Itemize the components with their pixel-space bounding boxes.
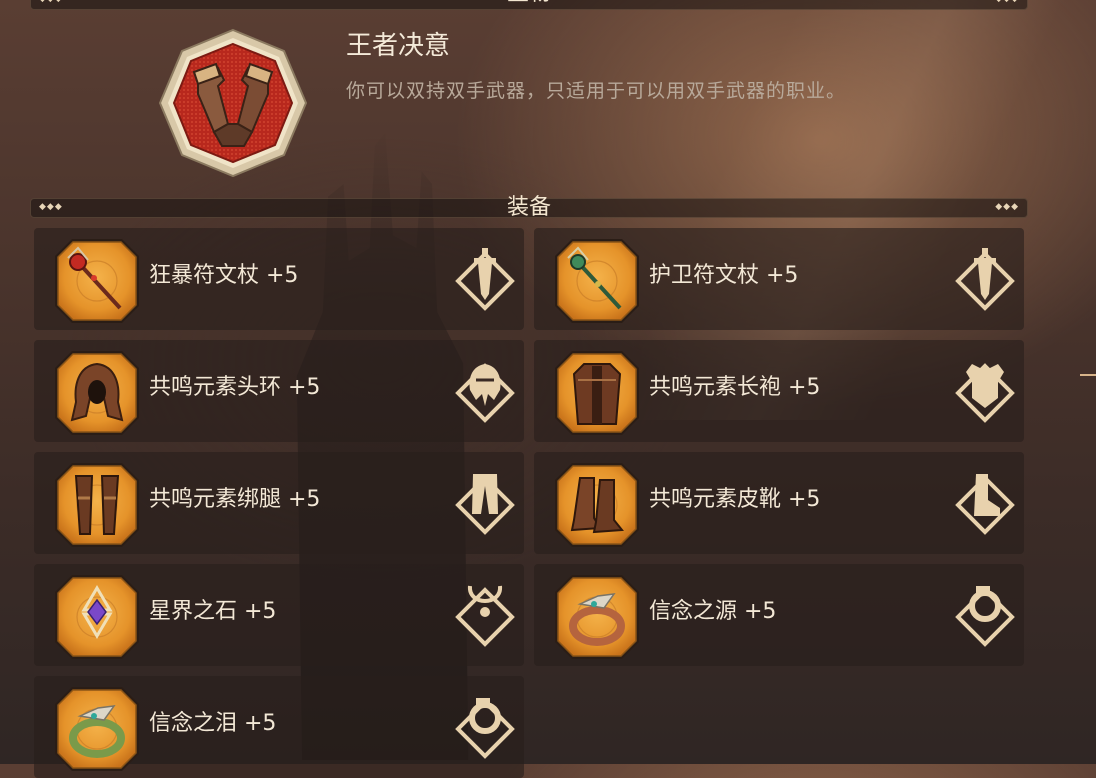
equipment-card[interactable]: 共鸣元素绑腿 +5 bbox=[34, 452, 524, 554]
equipment-label: 信念之源 +5 bbox=[649, 599, 777, 624]
red-staff-icon bbox=[54, 238, 140, 324]
equipment-card[interactable]: 狂暴符文杖 +5 bbox=[34, 228, 524, 330]
copper-ring-icon bbox=[554, 574, 640, 660]
weapon-slot-icon bbox=[454, 246, 516, 312]
equipment-section-header: ◆◆◆ 装备 ◆◆◆ bbox=[30, 195, 1028, 220]
relic-section-title: 圣物 bbox=[31, 0, 1027, 5]
green-staff-icon bbox=[554, 238, 640, 324]
gauntlets-icon[interactable] bbox=[158, 28, 308, 178]
equipment-label: 信念之泪 +5 bbox=[149, 711, 277, 736]
equipment-card[interactable]: 共鸣元素皮靴 +5 bbox=[534, 452, 1024, 554]
equipment-label: 共鸣元素绑腿 +5 bbox=[149, 487, 321, 512]
relic-name: 王者决意 bbox=[346, 31, 451, 61]
green-ring-icon bbox=[54, 686, 140, 772]
ring-slot-icon bbox=[454, 694, 516, 760]
weapon-slot-icon bbox=[954, 246, 1016, 312]
equipment-card[interactable]: 信念之源 +5 bbox=[534, 564, 1024, 666]
equipment-card[interactable]: 信念之泪 +5 bbox=[34, 676, 524, 778]
equipment-label: 星界之石 +5 bbox=[149, 599, 277, 624]
equipment-label: 狂暴符文杖 +5 bbox=[149, 263, 299, 288]
equipment-label: 共鸣元素头环 +5 bbox=[149, 375, 321, 400]
equipment-section-title: 装备 bbox=[506, 195, 551, 220]
edge-glint bbox=[1080, 374, 1096, 376]
star-stone-icon bbox=[54, 574, 140, 660]
equipment-card[interactable]: 星界之石 +5 bbox=[34, 564, 524, 666]
ornament-dots-right: ◆◆◆ bbox=[995, 202, 1019, 212]
relic-section-header: ◆◆◆ 圣物 ◆◆◆ bbox=[30, 0, 1028, 10]
necklace-slot-icon bbox=[454, 582, 516, 648]
hood-icon bbox=[54, 350, 140, 436]
equipment-label: 共鸣元素皮靴 +5 bbox=[649, 487, 821, 512]
equipment-label: 共鸣元素长袍 +5 bbox=[649, 375, 821, 400]
equipment-label: 护卫符文杖 +5 bbox=[649, 263, 799, 288]
equipment-card[interactable]: 共鸣元素头环 +5 bbox=[34, 340, 524, 442]
relic-description: 你可以双持双手武器，只适用于可以用双手武器的职业。 bbox=[346, 80, 847, 102]
boots-icon bbox=[554, 462, 640, 548]
equipment-card[interactable]: 护卫符文杖 +5 bbox=[534, 228, 1024, 330]
legs-slot-icon bbox=[454, 470, 516, 536]
helmet-slot-icon bbox=[454, 358, 516, 424]
leggings-icon bbox=[54, 462, 140, 548]
robe-icon bbox=[554, 350, 640, 436]
ornament-dots-right: ◆◆◆ bbox=[995, 0, 1019, 4]
armor-slot-icon bbox=[954, 358, 1016, 424]
equipment-card[interactable]: 共鸣元素长袍 +5 bbox=[534, 340, 1024, 442]
ring-slot-icon bbox=[954, 582, 1016, 648]
boots-slot-icon bbox=[954, 470, 1016, 536]
